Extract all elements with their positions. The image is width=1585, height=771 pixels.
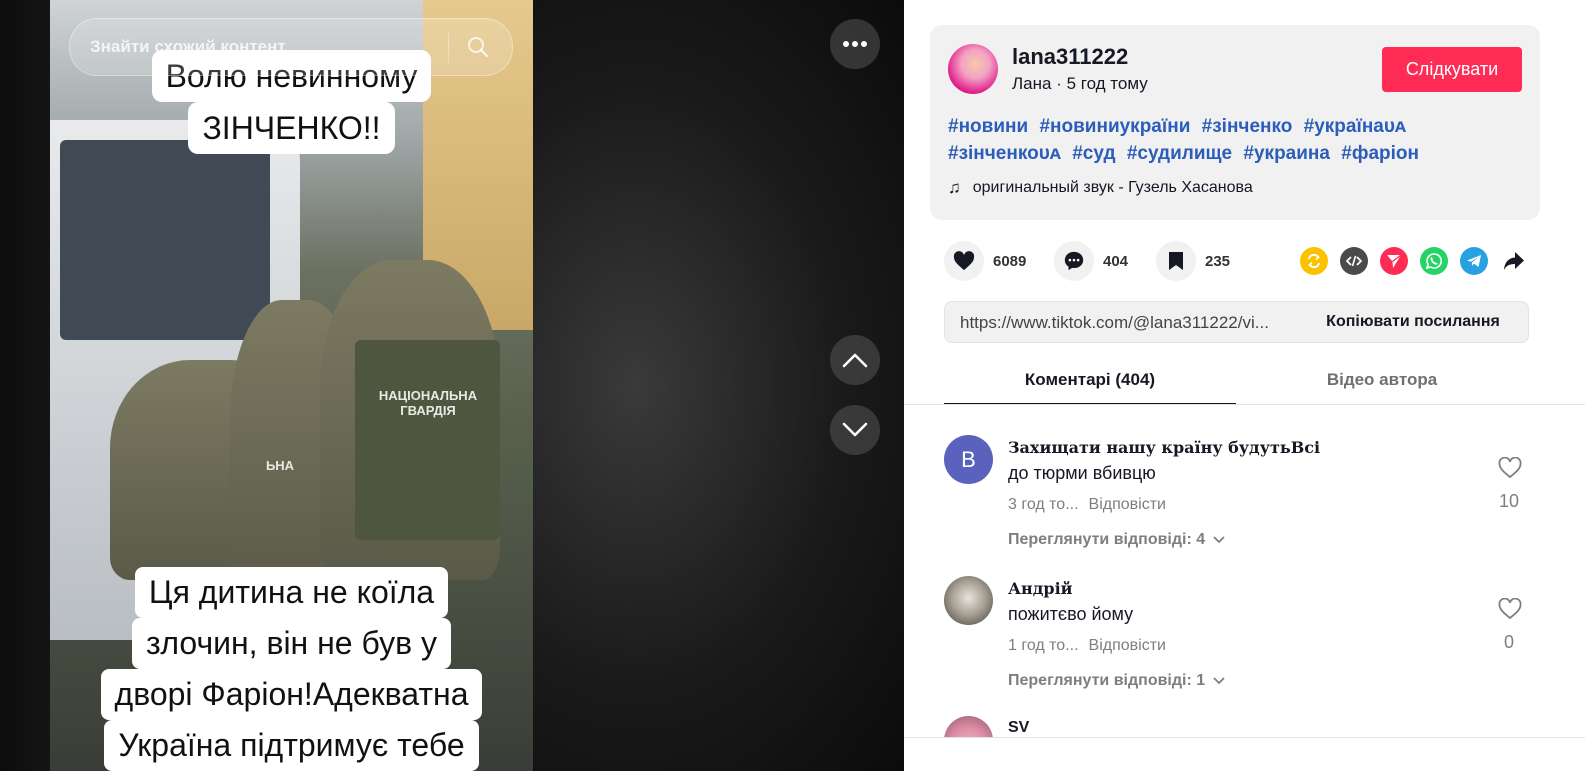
hashtag-link[interactable]: #новини	[948, 116, 1028, 137]
view-replies-label: Переглянути відповіді: 1	[1008, 672, 1206, 689]
view-replies-button[interactable]: Переглянути відповіді: 1	[1008, 672, 1225, 690]
next-video-button[interactable]	[830, 405, 880, 455]
bookmark-icon	[1156, 241, 1196, 281]
save-count: 235	[1205, 252, 1231, 270]
hashtag-link[interactable]: #фаріон	[1341, 143, 1419, 164]
chevron-down-icon	[842, 422, 868, 437]
scene-vest	[355, 340, 500, 540]
hashtag-link[interactable]: #судилище	[1127, 143, 1232, 164]
vest-label-partial: ЬНА	[265, 458, 295, 473]
comment-like-icon[interactable]	[1498, 456, 1522, 484]
search-icon[interactable]	[466, 35, 490, 64]
similar-content-search[interactable]: Знайти схожий контент	[69, 18, 513, 76]
comment-item: SV	[944, 716, 1534, 737]
commenter-avatar[interactable]: В	[944, 435, 993, 484]
chevron-down-icon	[1213, 536, 1225, 544]
telegram-icon[interactable]	[1460, 247, 1488, 275]
video-details-panel: lana311222 Лана · 5 год тому Слідкувати …	[904, 0, 1585, 771]
share-link-text[interactable]: https://www.tiktok.com/@lana311222/vi...	[960, 313, 1269, 333]
author-avatar[interactable]	[948, 44, 998, 94]
video-caption-top: ЗІНЧЕНКО!!	[50, 102, 533, 154]
comment-button[interactable]: 404	[1054, 241, 1128, 281]
music-title: оригинальный звук - Гузель Хасанова	[972, 179, 1253, 196]
vest-label: НАЦІОНАЛЬНА ГВАРДІЯ	[378, 388, 478, 418]
reply-button[interactable]: Відповісти	[1089, 496, 1166, 513]
send-icon[interactable]	[1380, 247, 1408, 275]
repost-icon[interactable]	[1300, 247, 1328, 275]
tab-comments[interactable]: Коментарі (404)	[944, 359, 1236, 405]
view-replies-label: Переглянути відповіді: 4	[1008, 531, 1206, 548]
hashtag-link[interactable]: #зінченко	[1202, 116, 1293, 137]
more-icon	[843, 41, 867, 47]
scene-van-window	[60, 140, 270, 340]
author-subline: Лана · 5 год тому	[1012, 74, 1148, 94]
view-replies-button[interactable]: Переглянути відповіді: 4	[1008, 531, 1225, 549]
video-frame[interactable]: НАЦІОНАЛЬНА ГВАРДІЯ ЬНА Волю невинному З…	[50, 0, 533, 771]
previous-video-button[interactable]	[830, 335, 880, 385]
author-username[interactable]: lana311222	[1012, 44, 1128, 70]
post-hashtags: #новини #новиниукраїни #зінченко #україн…	[948, 113, 1528, 167]
author-display-name: Лана	[1012, 74, 1052, 93]
comment-time: 1 год то...	[1008, 637, 1079, 654]
comment-time: 3 год то...	[1008, 496, 1079, 513]
comment-count: 404	[1103, 252, 1129, 270]
comment-like-count: 0	[1503, 632, 1514, 652]
tabs-divider	[904, 404, 1585, 405]
commenter-avatar[interactable]	[944, 716, 993, 737]
like-button[interactable]: 6089	[944, 241, 1026, 281]
whatsapp-icon[interactable]	[1420, 247, 1448, 275]
copy-link-button[interactable]: Копіювати посилання	[1298, 302, 1528, 342]
commenter-name[interactable]: SV	[1008, 719, 1029, 737]
commenter-avatar[interactable]	[944, 576, 993, 625]
heart-icon	[944, 241, 984, 281]
post-time: 5 год тому	[1066, 74, 1148, 93]
like-count: 6089	[993, 252, 1027, 270]
video-caption-bottom: Ця дитина не коїла злочин, він не був у …	[70, 567, 513, 771]
video-blurred-background	[520, 0, 904, 771]
save-button[interactable]: 235	[1156, 241, 1230, 281]
music-link[interactable]: ♫ оригинальный звук - Гузель Хасанова	[948, 178, 1253, 198]
hashtag-link[interactable]: #суд	[1072, 143, 1115, 164]
comment-like-icon[interactable]	[1498, 597, 1522, 625]
share-link-box: https://www.tiktok.com/@lana311222/vi...…	[944, 301, 1529, 343]
reply-button[interactable]: Відповісти	[1089, 637, 1166, 654]
commenter-name[interactable]: Захищати нашу країну будутьВсі	[1008, 438, 1320, 457]
search-divider	[448, 31, 449, 63]
hashtag-link[interactable]: #українаᴜᴀ	[1304, 116, 1406, 137]
post-info-card: lana311222 Лана · 5 год тому Слідкувати …	[930, 25, 1540, 220]
comment-like-count: 10	[1498, 491, 1520, 511]
video-player[interactable]: НАЦІОНАЛЬНА ГВАРДІЯ ЬНА Волю невинному З…	[0, 0, 904, 771]
chevron-down-icon	[1213, 677, 1225, 685]
comment-icon	[1054, 241, 1094, 281]
hashtag-link[interactable]: #новиниукраїни	[1039, 116, 1190, 137]
comment-meta: 3 год то... Відповісти	[1008, 496, 1166, 514]
comment-meta: 1 год то... Відповісти	[1008, 637, 1166, 655]
hashtag-link[interactable]: #украина	[1243, 143, 1330, 164]
chevron-up-icon	[842, 353, 868, 368]
comment-text: до тюрми вбивцю	[1008, 463, 1156, 483]
embed-icon[interactable]	[1340, 247, 1368, 275]
subline-separator: ·	[1051, 74, 1067, 93]
share-arrow-icon[interactable]	[1500, 247, 1528, 275]
comment-text: пожитєво йому	[1008, 604, 1134, 624]
music-note-icon: ♫	[948, 178, 961, 197]
comment-input-divider	[904, 737, 1585, 738]
more-options-button[interactable]	[830, 19, 880, 69]
tab-author-videos[interactable]: Відео автора	[1236, 359, 1528, 403]
hashtag-link[interactable]: #зінченкоᴜᴀ	[948, 143, 1061, 164]
commenter-name[interactable]: Андрій	[1008, 579, 1073, 598]
search-placeholder: Знайти схожий контент	[90, 37, 286, 56]
follow-button[interactable]: Слідкувати	[1382, 47, 1522, 92]
